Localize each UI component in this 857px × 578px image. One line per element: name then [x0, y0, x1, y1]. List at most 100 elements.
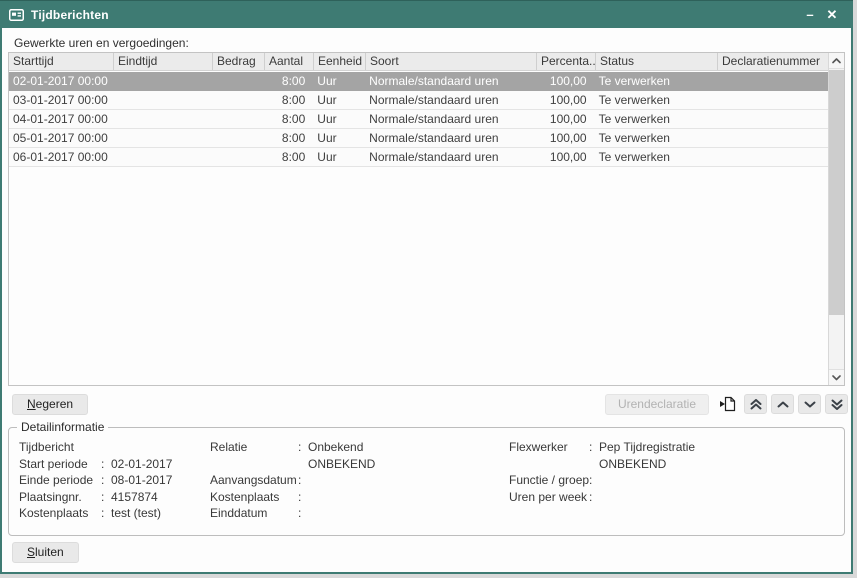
column-header-declaratienummer[interactable]: Declaratienummer	[718, 53, 830, 70]
last-record-button[interactable]	[825, 394, 848, 414]
detail-label: Kostenplaats	[19, 506, 101, 523]
previous-record-button[interactable]	[771, 394, 794, 414]
detail-colon	[589, 457, 599, 474]
table-row[interactable]: 05-01-2017 00:008:00UurNormale/standaard…	[9, 129, 828, 148]
detail-row: Kostenplaats:test (test)	[19, 506, 172, 523]
column-header-starttijd[interactable]: Starttijd	[9, 53, 114, 70]
sluiten-button[interactable]: Sluiten	[12, 542, 79, 563]
detail-value: Onbekend	[308, 440, 363, 457]
detail-value: ONBEKEND	[599, 457, 666, 474]
detail-row: Relatie:Onbekend	[210, 440, 375, 457]
detail-value: test (test)	[111, 506, 161, 523]
cell-eindtijd	[114, 72, 213, 90]
detail-row: Plaatsingnr.:4157874	[19, 490, 172, 507]
chevron-down-icon	[804, 401, 816, 408]
cell-declaratienummer	[716, 72, 828, 90]
cell-eindtijd	[114, 148, 213, 166]
minimize-button[interactable]: –	[799, 4, 821, 26]
scroll-down-button[interactable]	[829, 369, 844, 385]
goto-document-icon[interactable]	[719, 396, 737, 412]
next-record-button[interactable]	[798, 394, 821, 414]
cell-bedrag	[212, 148, 264, 166]
cell-starttijd: 02-01-2017 00:00	[9, 72, 114, 90]
action-button-row: Negeren Urendeclaratie	[12, 392, 848, 416]
column-header-aantal[interactable]: Aantal	[265, 53, 314, 70]
chevron-up-icon	[777, 401, 789, 408]
table-body: 02-01-2017 00:008:00UurNormale/standaard…	[9, 72, 828, 385]
detail-label: Kostenplaats	[210, 490, 298, 507]
cell-percentage: 100,00	[536, 72, 595, 90]
table-row[interactable]: 04-01-2017 00:008:00UurNormale/standaard…	[9, 110, 828, 129]
table-row[interactable]: 02-01-2017 00:008:00UurNormale/standaard…	[9, 72, 828, 91]
cell-status: Te verwerken	[595, 129, 717, 147]
section-label: Gewerkte uren en vergoedingen:	[14, 36, 189, 50]
negeren-label: N	[27, 397, 36, 411]
detail-row: Einde periode:08-01-2017	[19, 473, 172, 490]
cell-soort: Normale/standaard uren	[365, 129, 536, 147]
double-chevron-up-icon	[750, 399, 762, 410]
column-header-soort[interactable]: Soort	[366, 53, 537, 70]
detail-value: ONBEKEND	[308, 457, 375, 474]
detail-column-flexwerker: Flexwerker:Pep TijdregistratieONBEKENDFu…	[509, 440, 695, 506]
detail-colon: :	[298, 473, 308, 490]
column-header-percentage[interactable]: Percenta...	[537, 53, 596, 70]
scrollbar-thumb[interactable]	[829, 70, 844, 315]
cell-declaratienummer	[716, 148, 828, 166]
column-header-eenheid[interactable]: Eenheid	[314, 53, 366, 70]
worked-hours-table: StarttijdEindtijdBedragAantalEenheidSoor…	[8, 52, 845, 386]
detail-colon: :	[589, 473, 599, 490]
detail-row: ONBEKEND	[509, 457, 695, 474]
detail-colon: :	[101, 506, 111, 523]
cell-percentage: 100,00	[536, 129, 595, 147]
sluiten-label: S	[27, 545, 35, 559]
detail-value: 08-01-2017	[111, 473, 172, 490]
cell-bedrag	[212, 91, 264, 109]
close-button[interactable]: ✕	[821, 4, 843, 26]
window-title: Tijdberichten	[31, 8, 799, 22]
cell-eenheid: Uur	[313, 148, 365, 166]
detail-colon	[101, 440, 111, 457]
cell-bedrag	[212, 129, 264, 147]
detail-label: Start periode	[19, 457, 101, 474]
scroll-up-button[interactable]	[829, 53, 844, 69]
cell-eindtijd	[114, 110, 213, 128]
cell-eenheid: Uur	[313, 72, 365, 90]
table-row[interactable]: 06-01-2017 00:008:00UurNormale/standaard…	[9, 148, 828, 167]
cell-eenheid: Uur	[313, 129, 365, 147]
detail-row: Flexwerker:Pep Tijdregistratie	[509, 440, 695, 457]
cell-declaratienummer	[716, 91, 828, 109]
cell-eindtijd	[114, 91, 213, 109]
cell-status: Te verwerken	[595, 91, 717, 109]
negeren-button[interactable]: Negeren	[12, 394, 88, 415]
vertical-scrollbar[interactable]	[828, 53, 844, 385]
titlebar[interactable]: Tijdberichten – ✕	[0, 0, 853, 28]
cell-soort: Normale/standaard uren	[365, 148, 536, 166]
column-header-status[interactable]: Status	[596, 53, 718, 70]
urendeclaratie-button[interactable]: Urendeclaratie	[605, 394, 709, 415]
cell-status: Te verwerken	[595, 72, 717, 90]
detail-label: Tijdbericht	[19, 440, 101, 457]
detail-label: Einde periode	[19, 473, 101, 490]
cell-bedrag	[212, 72, 264, 90]
detail-column-tijdbericht: TijdberichtStart periode:02-01-2017Einde…	[19, 440, 172, 523]
cell-soort: Normale/standaard uren	[365, 72, 536, 90]
column-header-bedrag[interactable]: Bedrag	[213, 53, 265, 70]
cell-starttijd: 06-01-2017 00:00	[9, 148, 114, 166]
table-header-row: StarttijdEindtijdBedragAantalEenheidSoor…	[9, 53, 844, 71]
cell-status: Te verwerken	[595, 110, 717, 128]
negeren-label-rest: egeren	[36, 397, 73, 411]
table-row[interactable]: 03-01-2017 00:008:00UurNormale/standaard…	[9, 91, 828, 110]
cell-status: Te verwerken	[595, 148, 717, 166]
sluiten-label-rest: luiten	[35, 545, 64, 559]
detail-row: Einddatum:	[210, 506, 375, 523]
cell-declaratienummer	[716, 110, 828, 128]
detail-row: Kostenplaats:	[210, 490, 375, 507]
cell-soort: Normale/standaard uren	[365, 110, 536, 128]
detail-colon: :	[101, 490, 111, 507]
first-record-button[interactable]	[744, 394, 767, 414]
column-header-eindtijd[interactable]: Eindtijd	[114, 53, 213, 70]
tijdberichten-window: Tijdberichten – ✕ Gewerkte uren en vergo…	[0, 0, 853, 574]
detail-label: Plaatsingnr.	[19, 490, 101, 507]
cell-starttijd: 03-01-2017 00:00	[9, 91, 114, 109]
detail-label: Flexwerker	[509, 440, 589, 457]
